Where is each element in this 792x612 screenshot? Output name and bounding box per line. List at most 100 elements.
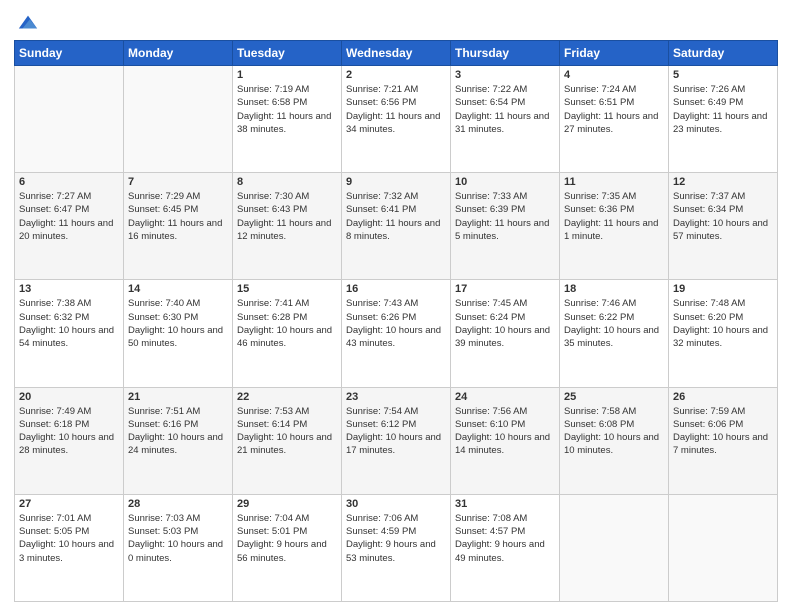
day-number: 28: [128, 498, 228, 510]
day-info: Sunrise: 7:58 AM Sunset: 6:08 PM Dayligh…: [564, 405, 664, 458]
calendar-cell: 5Sunrise: 7:26 AM Sunset: 6:49 PM Daylig…: [669, 66, 778, 173]
calendar-cell: 29Sunrise: 7:04 AM Sunset: 5:01 PM Dayli…: [233, 494, 342, 601]
day-info: Sunrise: 7:30 AM Sunset: 6:43 PM Dayligh…: [237, 190, 337, 243]
day-number: 11: [564, 176, 664, 188]
calendar-cell: 2 Sunrise: 7:21 AM Sunset: 6:56 PM Daylig…: [342, 66, 451, 173]
day-number: 24: [455, 391, 555, 403]
calendar-cell: 26 Sunrise: 7:59 AM Sunset: 6:06 PM Dayli…: [669, 387, 778, 494]
calendar-table: SundayMondayTuesdayWednesdayThursdayFrid…: [14, 40, 778, 602]
calendar-cell: 13 Sunrise: 7:38 AM Sunset: 6:32 PM Dayli…: [15, 280, 124, 387]
weekday-header-sunday: Sunday: [15, 41, 124, 66]
day-info: Sunrise: 7:59 AM Sunset: 6:06 PM Dayligh…: [673, 405, 773, 458]
day-info: Sunrise: 7:45 AM Sunset: 6:24 PM Dayligh…: [455, 297, 555, 350]
calendar-cell: 19Sunrise: 7:48 AM Sunset: 6:20 PM Dayli…: [669, 280, 778, 387]
day-info: Sunrise: 7:27 AM Sunset: 6:47 PM Dayligh…: [19, 190, 119, 243]
day-info: Sunrise: 7:33 AM Sunset: 6:39 PM Dayligh…: [455, 190, 555, 243]
calendar-cell: 21 Sunrise: 7:51 AM Sunset: 6:16 PM Dayli…: [124, 387, 233, 494]
day-info: Sunrise: 7:53 AM Sunset: 6:14 PM Dayligh…: [237, 405, 337, 458]
day-info: Sunrise: 7:38 AM Sunset: 6:32 PM Dayligh…: [19, 297, 119, 350]
day-number: 29: [237, 498, 337, 510]
calendar-week-3: 13 Sunrise: 7:38 AM Sunset: 6:32 PM Dayli…: [15, 280, 778, 387]
day-number: 25: [564, 391, 664, 403]
header: [14, 10, 778, 34]
day-number: 18: [564, 283, 664, 295]
calendar-cell: [15, 66, 124, 173]
day-info: Sunrise: 7:51 AM Sunset: 6:16 PM Dayligh…: [128, 405, 228, 458]
calendar-cell: 18 Sunrise: 7:46 AM Sunset: 6:22 PM Dayli…: [560, 280, 669, 387]
calendar-cell: 4 Sunrise: 7:24 AM Sunset: 6:51 PM Daylig…: [560, 66, 669, 173]
calendar-cell: 25 Sunrise: 7:58 AM Sunset: 6:08 PM Dayli…: [560, 387, 669, 494]
day-info: Sunrise: 7:41 AM Sunset: 6:28 PM Dayligh…: [237, 297, 337, 350]
calendar-cell: 17 Sunrise: 7:45 AM Sunset: 6:24 PM Dayli…: [451, 280, 560, 387]
calendar-cell: 11 Sunrise: 7:35 AM Sunset: 6:36 PM Dayli…: [560, 173, 669, 280]
day-info: Sunrise: 7:08 AM Sunset: 4:57 PM Dayligh…: [455, 512, 555, 565]
day-number: 26: [673, 391, 773, 403]
day-info: Sunrise: 7:56 AM Sunset: 6:10 PM Dayligh…: [455, 405, 555, 458]
day-info: Sunrise: 7:40 AM Sunset: 6:30 PM Dayligh…: [128, 297, 228, 350]
day-info: Sunrise: 7:48 AM Sunset: 6:20 PM Dayligh…: [673, 297, 773, 350]
weekday-header-thursday: Thursday: [451, 41, 560, 66]
calendar-cell: 6 Sunrise: 7:27 AM Sunset: 6:47 PM Daylig…: [15, 173, 124, 280]
day-number: 12: [673, 176, 773, 188]
calendar-week-4: 20 Sunrise: 7:49 AM Sunset: 6:18 PM Dayli…: [15, 387, 778, 494]
logo-icon: [17, 12, 39, 34]
day-info: Sunrise: 7:49 AM Sunset: 6:18 PM Dayligh…: [19, 405, 119, 458]
day-info: Sunrise: 7:35 AM Sunset: 6:36 PM Dayligh…: [564, 190, 664, 243]
calendar-week-2: 6 Sunrise: 7:27 AM Sunset: 6:47 PM Daylig…: [15, 173, 778, 280]
calendar-cell: 14 Sunrise: 7:40 AM Sunset: 6:30 PM Dayli…: [124, 280, 233, 387]
day-info: Sunrise: 7:46 AM Sunset: 6:22 PM Dayligh…: [564, 297, 664, 350]
day-number: 8: [237, 176, 337, 188]
day-number: 23: [346, 391, 446, 403]
day-number: 15: [237, 283, 337, 295]
day-info: Sunrise: 7:43 AM Sunset: 6:26 PM Dayligh…: [346, 297, 446, 350]
calendar-cell: 24 Sunrise: 7:56 AM Sunset: 6:10 PM Dayli…: [451, 387, 560, 494]
weekday-header-wednesday: Wednesday: [342, 41, 451, 66]
logo: [14, 14, 39, 34]
day-info: Sunrise: 7:37 AM Sunset: 6:34 PM Dayligh…: [673, 190, 773, 243]
page: SundayMondayTuesdayWednesdayThursdayFrid…: [0, 0, 792, 612]
day-info: Sunrise: 7:24 AM Sunset: 6:51 PM Dayligh…: [564, 83, 664, 136]
calendar-cell: 31 Sunrise: 7:08 AM Sunset: 4:57 PM Dayli…: [451, 494, 560, 601]
calendar-cell: [560, 494, 669, 601]
day-number: 27: [19, 498, 119, 510]
day-number: 22: [237, 391, 337, 403]
day-info: Sunrise: 7:32 AM Sunset: 6:41 PM Dayligh…: [346, 190, 446, 243]
day-number: 3: [455, 69, 555, 81]
weekday-header-monday: Monday: [124, 41, 233, 66]
day-number: 13: [19, 283, 119, 295]
calendar-cell: 30 Sunrise: 7:06 AM Sunset: 4:59 PM Dayli…: [342, 494, 451, 601]
day-info: Sunrise: 7:29 AM Sunset: 6:45 PM Dayligh…: [128, 190, 228, 243]
calendar-cell: 27 Sunrise: 7:01 AM Sunset: 5:05 PM Dayli…: [15, 494, 124, 601]
calendar-cell: 8 Sunrise: 7:30 AM Sunset: 6:43 PM Daylig…: [233, 173, 342, 280]
weekday-header-saturday: Saturday: [669, 41, 778, 66]
day-info: Sunrise: 7:01 AM Sunset: 5:05 PM Dayligh…: [19, 512, 119, 565]
day-info: Sunrise: 7:54 AM Sunset: 6:12 PM Dayligh…: [346, 405, 446, 458]
day-number: 4: [564, 69, 664, 81]
calendar-cell: 12 Sunrise: 7:37 AM Sunset: 6:34 PM Dayli…: [669, 173, 778, 280]
day-number: 6: [19, 176, 119, 188]
calendar-cell: 20 Sunrise: 7:49 AM Sunset: 6:18 PM Dayli…: [15, 387, 124, 494]
day-number: 31: [455, 498, 555, 510]
day-number: 10: [455, 176, 555, 188]
day-info: Sunrise: 7:21 AM Sunset: 6:56 PM Dayligh…: [346, 83, 446, 136]
day-number: 20: [19, 391, 119, 403]
day-number: 9: [346, 176, 446, 188]
day-info: Sunrise: 7:22 AM Sunset: 6:54 PM Dayligh…: [455, 83, 555, 136]
calendar-week-5: 27 Sunrise: 7:01 AM Sunset: 5:05 PM Dayli…: [15, 494, 778, 601]
day-number: 30: [346, 498, 446, 510]
day-number: 14: [128, 283, 228, 295]
day-number: 1: [237, 69, 337, 81]
day-number: 2: [346, 69, 446, 81]
calendar-cell: [669, 494, 778, 601]
calendar-week-1: 1Sunrise: 7:19 AM Sunset: 6:58 PM Daylig…: [15, 66, 778, 173]
day-number: 17: [455, 283, 555, 295]
calendar-cell: [124, 66, 233, 173]
calendar-cell: 1Sunrise: 7:19 AM Sunset: 6:58 PM Daylig…: [233, 66, 342, 173]
calendar-cell: 16Sunrise: 7:43 AM Sunset: 6:26 PM Dayli…: [342, 280, 451, 387]
day-number: 21: [128, 391, 228, 403]
day-number: 7: [128, 176, 228, 188]
calendar-cell: 3 Sunrise: 7:22 AM Sunset: 6:54 PM Daylig…: [451, 66, 560, 173]
calendar-cell: 7 Sunrise: 7:29 AM Sunset: 6:45 PM Daylig…: [124, 173, 233, 280]
day-info: Sunrise: 7:06 AM Sunset: 4:59 PM Dayligh…: [346, 512, 446, 565]
weekday-header-friday: Friday: [560, 41, 669, 66]
